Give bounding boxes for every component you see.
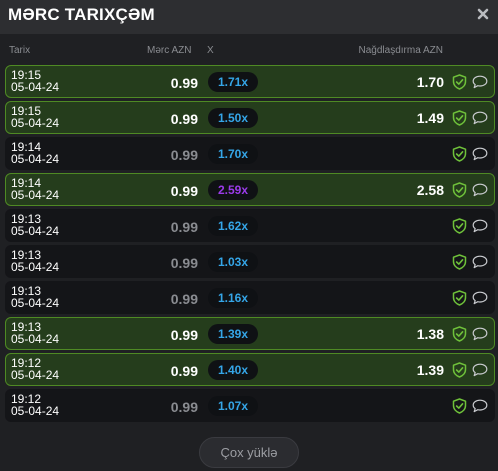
bet-date: 05-04-24 — [11, 368, 60, 382]
shield-check-icon[interactable] — [452, 110, 467, 126]
shield-check-icon[interactable] — [452, 254, 467, 270]
bet-amount: 0.99 — [170, 255, 198, 271]
shield-check-icon[interactable] — [452, 182, 467, 198]
bet-date: 05-04-24 — [11, 296, 60, 310]
multiplier-badge: 1.70x — [208, 144, 258, 164]
multiplier-badge: 1.50x — [208, 108, 258, 128]
bet-date: 05-04-24 — [11, 188, 60, 202]
bet-date: 05-04-24 — [11, 116, 60, 130]
column-header-date: Tarix — [9, 45, 31, 56]
modal-header: MƏRC TARIXÇƏM — [0, 0, 498, 34]
bet-amount: 0.99 — [170, 147, 198, 163]
bet-amount: 0.99 — [170, 75, 198, 91]
bet-amount: 0.99 — [170, 291, 198, 307]
bet-row: 19:12 05-04-24 0.99 1.07x — [5, 389, 495, 422]
multiplier-badge: 1.40x — [208, 360, 258, 380]
bet-date: 05-04-24 — [11, 224, 60, 238]
multiplier-badge: 1.16x — [208, 288, 258, 308]
bet-row: 19:13 05-04-24 0.99 1.39x 1.38 — [5, 317, 495, 350]
bet-row: 19:14 05-04-24 0.99 1.70x — [5, 137, 495, 170]
bet-history-list: 19:15 05-04-24 0.99 1.71x 1.70 19:15 05-04-24 0… — [5, 65, 495, 425]
bet-row: 19:13 05-04-24 0.99 1.62x — [5, 209, 495, 242]
cashout-amount: 1.39 — [416, 362, 444, 378]
modal-title: MƏRC TARIXÇƏM — [8, 5, 155, 24]
shield-check-icon[interactable] — [452, 326, 467, 342]
bet-amount: 0.99 — [170, 219, 198, 235]
bet-date: 05-04-24 — [11, 260, 60, 274]
chat-bubble-icon[interactable] — [472, 399, 488, 413]
chat-bubble-icon[interactable] — [472, 147, 488, 161]
shield-check-icon[interactable] — [452, 218, 467, 234]
multiplier-badge: 1.39x — [208, 324, 258, 344]
bet-row: 19:15 05-04-24 0.99 1.71x 1.70 — [5, 65, 495, 98]
chat-bubble-icon[interactable] — [472, 111, 488, 125]
bet-amount: 0.99 — [170, 327, 198, 343]
bet-date: 05-04-24 — [11, 404, 60, 418]
multiplier-badge: 1.62x — [208, 216, 258, 236]
column-header-multiplier: X — [207, 45, 214, 56]
chat-bubble-icon[interactable] — [472, 363, 488, 377]
cashout-amount: 1.49 — [416, 110, 444, 126]
bet-row: 19:15 05-04-24 0.99 1.50x 1.49 — [5, 101, 495, 134]
bet-date: 05-04-24 — [11, 80, 60, 94]
multiplier-badge: 1.03x — [208, 252, 258, 272]
bet-amount: 0.99 — [170, 111, 198, 127]
bet-row: 19:13 05-04-24 0.99 1.03x — [5, 245, 495, 278]
column-header-cashout: Nağdlaşdırma AZN — [358, 45, 443, 56]
chat-bubble-icon[interactable] — [472, 183, 488, 197]
bet-amount: 0.99 — [170, 399, 198, 415]
close-icon[interactable] — [475, 6, 491, 22]
multiplier-badge: 2.59x — [208, 180, 258, 200]
shield-check-icon[interactable] — [452, 146, 467, 162]
shield-check-icon[interactable] — [452, 398, 467, 414]
bet-date: 05-04-24 — [11, 152, 60, 166]
shield-check-icon[interactable] — [452, 290, 467, 306]
cashout-amount: 1.70 — [416, 74, 444, 90]
multiplier-badge: 1.07x — [208, 396, 258, 416]
chat-bubble-icon[interactable] — [472, 255, 488, 269]
cashout-amount: 1.38 — [416, 326, 444, 342]
chat-bubble-icon[interactable] — [472, 75, 488, 89]
bet-row: 19:14 05-04-24 0.99 2.59x 2.58 — [5, 173, 495, 206]
chat-bubble-icon[interactable] — [472, 327, 488, 341]
column-header-bet: Mərc AZN — [147, 45, 192, 56]
bet-date: 05-04-24 — [11, 332, 60, 346]
bet-row: 19:12 05-04-24 0.99 1.40x 1.39 — [5, 353, 495, 386]
bet-amount: 0.99 — [170, 363, 198, 379]
shield-check-icon[interactable] — [452, 362, 467, 378]
shield-check-icon[interactable] — [452, 74, 467, 90]
load-more-button[interactable]: Çox yüklə — [199, 437, 299, 468]
bet-amount: 0.99 — [170, 183, 198, 199]
cashout-amount: 2.58 — [416, 182, 444, 198]
bet-row: 19:13 05-04-24 0.99 1.16x — [5, 281, 495, 314]
multiplier-badge: 1.71x — [208, 72, 258, 92]
chat-bubble-icon[interactable] — [472, 291, 488, 305]
chat-bubble-icon[interactable] — [472, 219, 488, 233]
